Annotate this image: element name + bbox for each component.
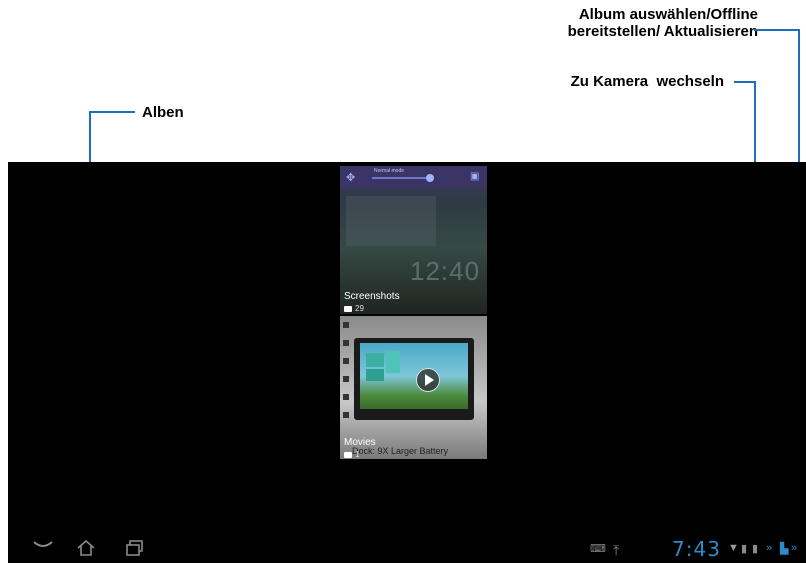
callout-switch-camera: Zu Kamera wechseln (570, 73, 724, 90)
callout-album-options-line1: Album auswählen/Offline (578, 6, 758, 23)
album-name: Screenshots (344, 291, 400, 302)
folder-icon (344, 305, 352, 312)
folder-icon (344, 451, 352, 458)
album-count: 29 (355, 304, 364, 313)
wifi-icon: ▼ (728, 542, 739, 554)
thumbnail-settings-icon: ✥ (346, 172, 356, 184)
status-clock[interactable]: 7:43 (672, 537, 721, 561)
back-icon[interactable] (32, 539, 54, 557)
thumbnail-tablet-screen (360, 343, 468, 409)
usb-icon: ⤒ (613, 542, 620, 558)
album-name: Movies (344, 437, 376, 448)
thumbnail-side-squares (343, 322, 349, 430)
thumbnail-top-bar: ✥ Normal mode ▣ (340, 166, 487, 188)
notification-icon: » (791, 542, 798, 554)
thumbnail-tablet (354, 338, 474, 420)
callout-line-albums-h (89, 111, 135, 113)
callout-albums: Alben (142, 104, 184, 121)
notification-icon: » (766, 542, 773, 554)
callout-line-album-options-h (754, 29, 800, 31)
callout-line-camera-h (734, 81, 756, 83)
gallery-screen: ✥ Normal mode ▣ 12:40 Screenshots 29 Doc… (8, 162, 806, 563)
thumbnail-mode-label: Normal mode (374, 168, 405, 174)
notification-icon: ▙ (780, 543, 789, 555)
recent-apps-icon[interactable] (125, 539, 145, 562)
album-count-row: 1 (344, 450, 359, 459)
signal-icon: ▮ (741, 543, 748, 555)
thumbnail-clock: 12:40 (410, 256, 481, 286)
callout-line-album-options-v (798, 29, 800, 170)
thumbnail-screen-icon: ▣ (470, 171, 480, 182)
callout-line-camera-v (754, 81, 756, 170)
album-count: 1 (355, 450, 360, 459)
play-icon[interactable] (416, 368, 440, 392)
thumbnail-weather-widget (346, 196, 436, 246)
keyboard-icon: ⌨ (590, 543, 606, 555)
thumbnail-slider (372, 177, 432, 179)
callout-album-options-line2: bereitstellen/ Aktualisieren (567, 23, 758, 40)
album-tile-movies[interactable]: Dock: 9X Larger Battery Movies 1 (340, 316, 487, 459)
thumbnail-slider-knob (426, 174, 434, 182)
home-icon[interactable] (76, 539, 96, 562)
album-count-row: 29 (344, 304, 364, 313)
album-tile-screenshots[interactable]: ✥ Normal mode ▣ 12:40 Screenshots 29 (340, 166, 487, 314)
battery-icon: ▮ (752, 543, 759, 555)
callout-album-options: Album auswählen/Offline bereitstellen/ A… (508, 6, 758, 40)
